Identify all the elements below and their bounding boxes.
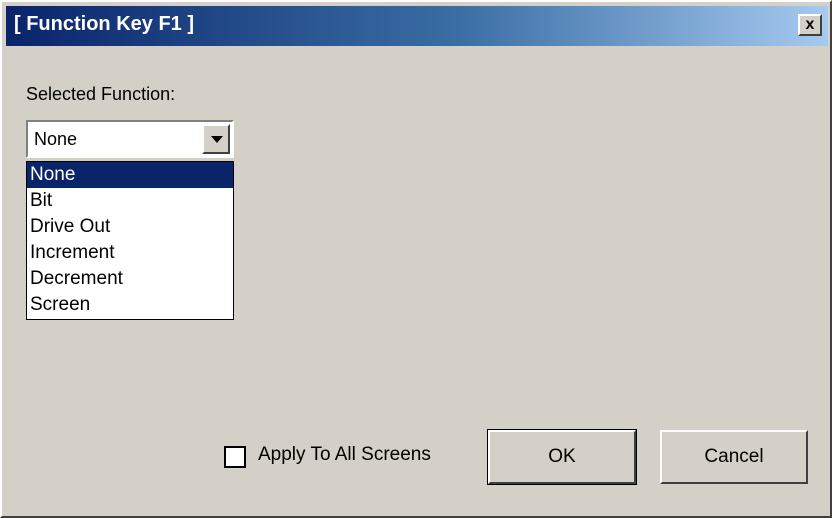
option-screen[interactable]: Screen bbox=[27, 292, 233, 318]
dropdown-arrow-icon[interactable] bbox=[202, 124, 230, 154]
cancel-button[interactable]: Cancel bbox=[660, 430, 808, 484]
function-key-dialog: [ Function Key F1 ] x Selected Function:… bbox=[0, 0, 832, 518]
option-decrement[interactable]: Decrement bbox=[27, 266, 233, 292]
ok-button[interactable]: OK bbox=[487, 429, 637, 485]
apply-to-all-label: Apply To All Screens bbox=[258, 444, 431, 465]
window-title: [ Function Key F1 ] bbox=[14, 13, 194, 35]
selected-function-label: Selected Function: bbox=[26, 84, 176, 104]
option-bit[interactable]: Bit bbox=[27, 188, 233, 214]
apply-to-all-checkbox[interactable] bbox=[224, 446, 246, 468]
function-dropdown-list: None Bit Drive Out Increment Decrement S… bbox=[26, 161, 234, 320]
combobox-value: None bbox=[34, 129, 78, 149]
option-drive-out[interactable]: Drive Out bbox=[27, 214, 233, 240]
title-bar[interactable]: [ Function Key F1 ] x bbox=[6, 6, 828, 46]
close-icon[interactable]: x bbox=[798, 14, 822, 36]
option-none[interactable]: None bbox=[27, 162, 233, 188]
option-increment[interactable]: Increment bbox=[27, 240, 233, 266]
selected-function-combobox[interactable]: None bbox=[26, 120, 234, 158]
